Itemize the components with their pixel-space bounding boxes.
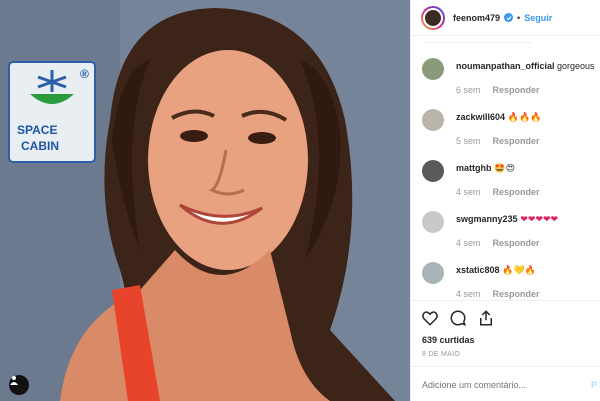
comment-username[interactable]: xstatic808: [456, 265, 500, 275]
likes-count[interactable]: 639 curtidas: [422, 335, 475, 345]
svg-text:SPACE: SPACE: [17, 123, 57, 137]
comment-text: gorgeous: [554, 61, 595, 71]
comment-username[interactable]: noumanpathan_official: [456, 61, 555, 71]
reply-button[interactable]: Responder: [493, 238, 540, 248]
comment-time: 6 sem: [456, 85, 481, 95]
post-photo[interactable]: ® SPACE CABIN: [0, 0, 410, 401]
comment-text: 🔥🔥🔥: [505, 113, 542, 123]
comment-username[interactable]: mattghb: [456, 163, 492, 173]
commenter-avatar[interactable]: [422, 160, 444, 182]
tag-user-icon[interactable]: [9, 375, 29, 395]
svg-text:®: ®: [80, 67, 89, 81]
comment-time: 5 sem: [456, 136, 481, 146]
svg-text:CABIN: CABIN: [21, 139, 59, 153]
publish-button[interactable]: P: [591, 380, 597, 390]
comment-username[interactable]: zackwill604: [456, 112, 505, 122]
comment-item: swgmanny235 ❤❤❤❤❤ 4 sem Responder: [411, 203, 600, 254]
post-actions: 639 curtidas 8 DE MAIO P: [411, 300, 600, 401]
comment-item: zackwill604 🔥🔥🔥 5 sem Responder: [411, 101, 600, 152]
comments-list: noumanpathan_official gorgeous 6 sem Resp…: [411, 50, 600, 305]
reply-button[interactable]: Responder: [493, 289, 540, 299]
share-icon[interactable]: [477, 309, 495, 327]
comment-item: noumanpathan_official gorgeous 6 sem Resp…: [411, 50, 600, 101]
separator-dot: •: [517, 12, 521, 23]
reply-button[interactable]: Responder: [493, 187, 540, 197]
add-comment-bar: P: [411, 366, 600, 401]
instagram-post: ® SPACE CABIN feenom479 • Seguir noumanp…: [0, 0, 600, 401]
selfie-image: ® SPACE CABIN: [0, 0, 410, 401]
comment-time: 4 sem: [456, 187, 481, 197]
comment-text: 🔥💛🔥: [499, 266, 537, 276]
commenter-avatar[interactable]: [422, 262, 444, 284]
comment-icon[interactable]: [449, 309, 467, 327]
comment-text: ❤❤❤❤❤: [517, 215, 559, 225]
comments-panel: feenom479 • Seguir noumanpathan_official…: [410, 0, 600, 401]
comment-time: 4 sem: [456, 289, 481, 299]
commenter-avatar[interactable]: [422, 211, 444, 233]
space-cabin-sign: ® SPACE CABIN: [8, 61, 96, 163]
author-avatar[interactable]: [421, 5, 445, 30]
post-header: feenom479 • Seguir: [411, 0, 600, 36]
reply-button[interactable]: Responder: [493, 136, 540, 146]
post-date: 8 DE MAIO: [422, 351, 461, 358]
comment-input[interactable]: [422, 379, 572, 390]
heart-icon[interactable]: [421, 309, 439, 327]
comment-item: mattghb 🤩😍 4 sem Responder: [411, 152, 600, 203]
author-username[interactable]: feenom479: [453, 13, 500, 23]
follow-button[interactable]: Seguir: [524, 13, 552, 23]
commenter-avatar[interactable]: [422, 109, 444, 131]
comment-time: 4 sem: [456, 238, 481, 248]
comment-username[interactable]: swgmanny235: [456, 214, 518, 224]
comments-divider: [422, 42, 532, 43]
verified-icon: [504, 13, 514, 22]
commenter-avatar[interactable]: [422, 58, 444, 80]
comment-item: xstatic808 🔥💛🔥 4 sem Responder: [411, 254, 600, 305]
comment-text: 🤩😍: [491, 164, 515, 174]
reply-button[interactable]: Responder: [493, 85, 540, 95]
